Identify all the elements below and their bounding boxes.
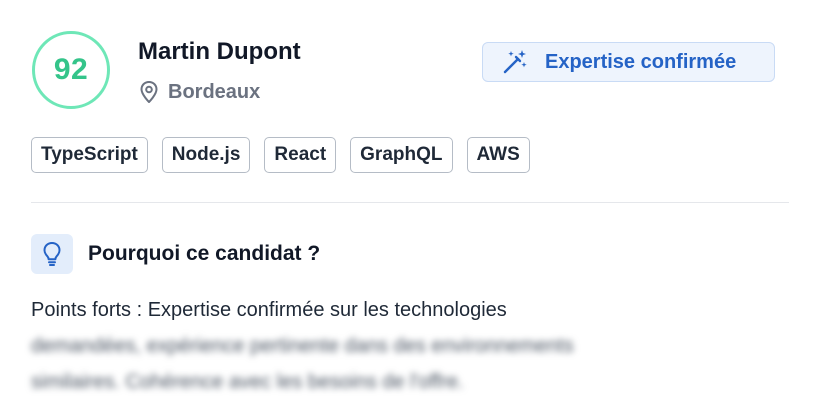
why-candidate-title: Pourquoi ce candidat ?	[88, 242, 321, 265]
expertise-badge-label: Expertise confirmée	[545, 50, 737, 73]
section-divider	[31, 202, 789, 203]
skill-tags: TypeScript Node.js React GraphQL AWS	[31, 137, 530, 173]
expertise-badge: Expertise confirmée	[482, 42, 775, 82]
strengths-line-blurred: demandées, expérience pertinente dans de…	[31, 335, 574, 357]
strengths-text: Points forts : Expertise confirmée sur l…	[31, 292, 791, 400]
strengths-line: Points forts : Expertise confirmée sur l…	[31, 299, 507, 321]
why-candidate-header: Pourquoi ce candidat ?	[31, 234, 320, 274]
lightbulb-icon	[41, 241, 63, 267]
map-pin-icon	[138, 80, 160, 104]
skill-tag: React	[264, 137, 337, 173]
skill-tag: GraphQL	[350, 137, 453, 173]
match-score-ring: 92	[32, 31, 110, 109]
magic-wand-icon	[501, 48, 529, 76]
skill-tag: Node.js	[161, 137, 251, 173]
candidate-location: Bordeaux	[138, 80, 260, 104]
lightbulb-icon-container	[31, 234, 73, 274]
location-label: Bordeaux	[168, 80, 261, 103]
strengths-line-blurred: similaires. Cohérence avec les besoins d…	[31, 371, 464, 393]
skill-tag: TypeScript	[31, 137, 148, 173]
match-score-value: 92	[53, 53, 89, 86]
skill-tag: AWS	[466, 137, 530, 173]
candidate-card: 92 Martin Dupont Bordeaux Expertise conf…	[0, 0, 828, 418]
candidate-name: Martin Dupont	[138, 38, 301, 65]
